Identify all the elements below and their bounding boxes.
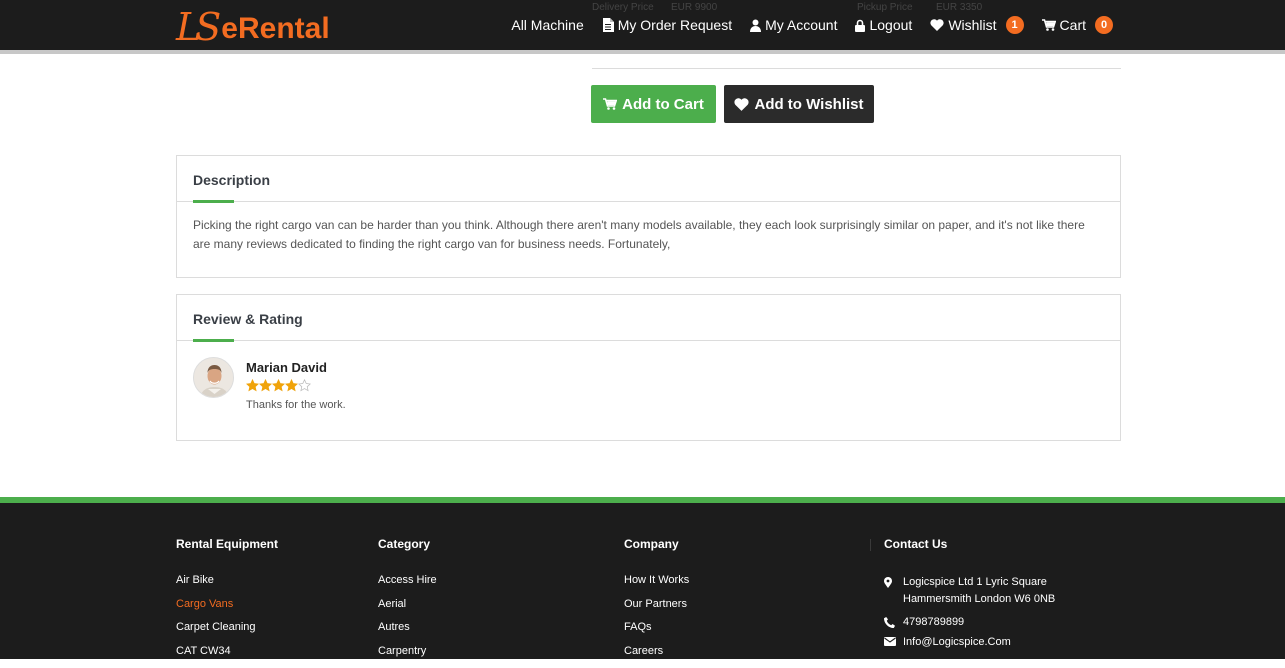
top-navbar: LS eRental Delivery Price EUR 9900 Picku… <box>0 0 1285 50</box>
document-icon <box>602 18 614 32</box>
nav-all-machine-label: All Machine <box>511 17 583 33</box>
review-text: Thanks for the work. <box>246 399 346 411</box>
nav-my-account[interactable]: My Account <box>750 17 837 33</box>
footer-link-our-partners[interactable]: Our Partners <box>624 598 689 622</box>
footer-link-cat-cw34[interactable]: CAT CW34 <box>176 645 278 668</box>
star-filled-icon <box>272 379 285 392</box>
footer-link-access-hire[interactable]: Access Hire <box>378 574 437 598</box>
wishlist-count-badge: 1 <box>1006 16 1024 34</box>
nav-logout-label: Logout <box>869 17 912 33</box>
footer-link-aerial[interactable]: Aerial <box>378 598 437 622</box>
footer-link-careers[interactable]: Careers <box>624 645 689 668</box>
logo-mark: LS <box>176 8 215 46</box>
footer-heading: Rental Equipment <box>176 537 278 551</box>
nav-logout[interactable]: Logout <box>855 17 912 33</box>
nav-wishlist-label: Wishlist <box>948 17 996 33</box>
contact-address-line1: Logicspice Ltd 1 Lyric Square <box>903 574 1055 591</box>
review-panel-header: Review & Rating <box>177 295 1120 341</box>
nav-cart[interactable]: Cart 0 <box>1042 16 1113 34</box>
nav-my-order-request-label: My Order Request <box>618 17 732 33</box>
footer-link-carpentry[interactable]: Carpentry <box>378 645 437 668</box>
review-panel: Review & Rating Marian David Thanks for … <box>176 294 1121 441</box>
title-underline <box>193 200 234 203</box>
star-empty-icon <box>298 379 311 392</box>
description-panel-header: Description <box>177 156 1120 202</box>
contact-email: Info@Logicspice.Com <box>884 634 1055 651</box>
footer-heading: Contact Us <box>884 537 1055 551</box>
footer-heading: Company <box>624 537 689 551</box>
avatar <box>193 357 234 398</box>
footer-link-carpet-cleaning[interactable]: Carpet Cleaning <box>176 621 278 645</box>
star-filled-icon <box>246 379 259 392</box>
title-underline <box>193 339 234 342</box>
contact-phone: 4798789899 <box>884 614 1055 631</box>
cart-icon <box>603 98 617 110</box>
review-title: Review & Rating <box>193 311 303 327</box>
heart-icon <box>930 19 944 31</box>
nav-cart-label: Cart <box>1060 17 1086 33</box>
footer-link-air-bike[interactable]: Air Bike <box>176 574 278 598</box>
nav-all-machine[interactable]: All Machine <box>511 17 583 33</box>
add-to-wishlist-button[interactable]: Add to Wishlist <box>724 85 874 123</box>
envelope-icon <box>884 637 896 646</box>
footer-heading: Category <box>378 537 437 551</box>
description-title: Description <box>193 172 270 188</box>
footer-separator <box>870 539 871 551</box>
cart-icon <box>1042 19 1056 31</box>
cart-count-badge: 0 <box>1095 16 1113 34</box>
footer-link-cargo-vans[interactable]: Cargo Vans <box>176 598 278 622</box>
logo-text: eRental <box>221 12 329 46</box>
reviewer-name: Marian David <box>246 360 327 375</box>
contact-phone-number[interactable]: 4798789899 <box>903 614 964 631</box>
phone-icon <box>884 617 895 628</box>
header-divider <box>0 50 1285 54</box>
product-divider <box>592 68 1121 69</box>
nav-wishlist[interactable]: Wishlist 1 <box>930 16 1023 34</box>
star-rating <box>246 379 311 392</box>
avatar-image <box>194 358 234 398</box>
add-to-cart-button[interactable]: Add to Cart <box>591 85 716 123</box>
description-panel: Description Picking the right cargo van … <box>176 155 1121 278</box>
logo[interactable]: LS eRental <box>176 6 330 46</box>
footer-link-faqs[interactable]: FAQs <box>624 621 689 645</box>
main-nav: All Machine My Order Request My Account … <box>493 0 1113 50</box>
contact-email-address[interactable]: Info@Logicspice.Com <box>903 634 1011 651</box>
nav-my-account-label: My Account <box>765 17 837 33</box>
footer-category: Category Access Hire Aerial Autres Carpe… <box>378 537 437 668</box>
add-to-cart-label: Add to Cart <box>622 96 704 113</box>
footer: Rental Equipment Air Bike Cargo Vans Car… <box>0 503 1285 659</box>
footer-rental-equipment: Rental Equipment Air Bike Cargo Vans Car… <box>176 537 278 668</box>
heart-icon <box>734 98 749 111</box>
lock-icon <box>855 19 865 32</box>
footer-link-how-it-works[interactable]: How It Works <box>624 574 689 598</box>
map-pin-icon <box>884 577 892 588</box>
star-filled-icon <box>259 379 272 392</box>
star-filled-icon <box>285 379 298 392</box>
contact-address: Logicspice Ltd 1 Lyric Square Hammersmit… <box>884 574 1055 608</box>
add-to-wishlist-label: Add to Wishlist <box>754 96 863 113</box>
footer-contact: Contact Us Logicspice Ltd 1 Lyric Square… <box>884 537 1055 657</box>
description-text: Picking the right cargo van can be harde… <box>193 216 1103 254</box>
contact-address-line2: Hammersmith London W6 0NB <box>903 591 1055 608</box>
footer-company: Company How It Works Our Partners FAQs C… <box>624 537 689 668</box>
nav-my-order-request[interactable]: My Order Request <box>602 17 732 33</box>
user-icon <box>750 19 761 32</box>
footer-link-autres[interactable]: Autres <box>378 621 437 645</box>
